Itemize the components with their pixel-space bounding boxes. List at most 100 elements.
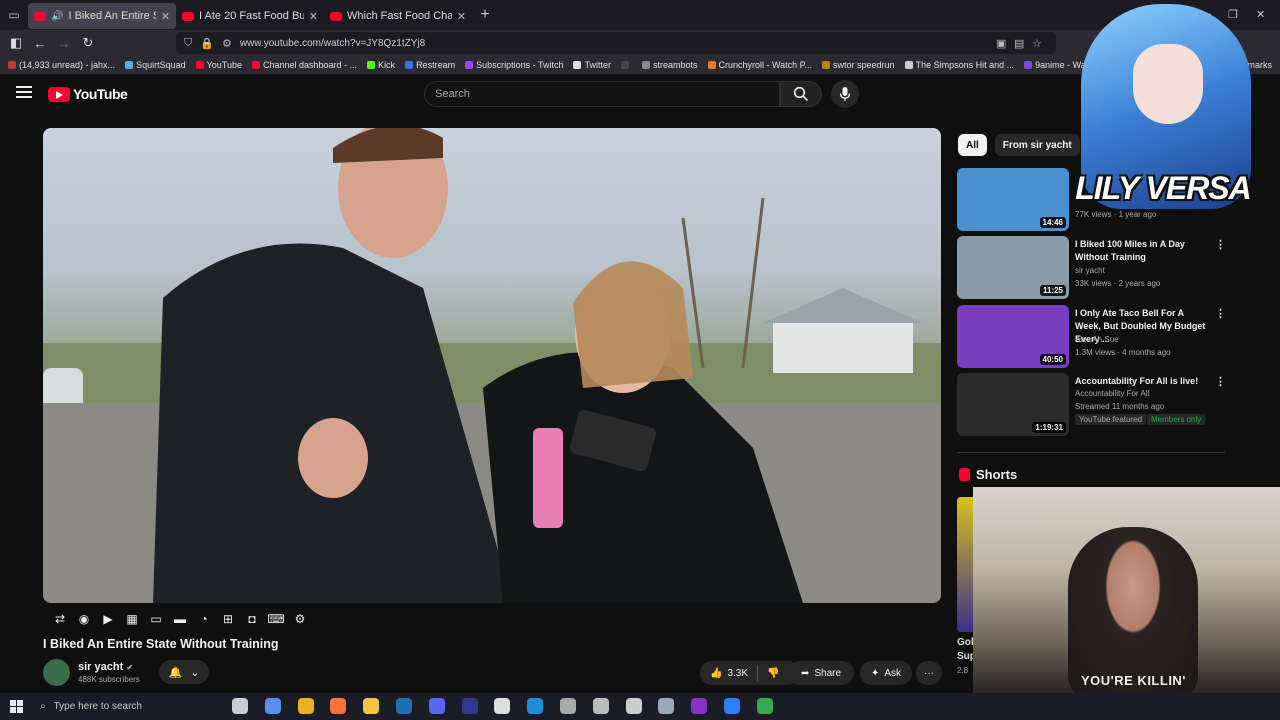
compass-icon[interactable] bbox=[625, 698, 642, 714]
permissions-icon[interactable]: ⚙ bbox=[222, 37, 232, 50]
bookmark-item[interactable] bbox=[620, 61, 632, 69]
firefox-icon[interactable] bbox=[330, 698, 347, 714]
video-thumbnail[interactable]: 14:46 bbox=[957, 168, 1069, 231]
settings-icon[interactable]: ⚙ bbox=[292, 611, 308, 627]
shield-icon[interactable]: ⛉ bbox=[184, 37, 192, 50]
loop-icon[interactable]: ⇄ bbox=[52, 611, 68, 627]
url-text[interactable]: www.youtube.com/watch?v=JY8Qz1tZYj8 bbox=[240, 38, 425, 49]
back-icon[interactable]: ← bbox=[28, 30, 52, 56]
bookmark-item[interactable]: YouTube bbox=[195, 60, 242, 70]
clip-icon[interactable]: ▶ bbox=[100, 611, 116, 627]
miniplayer-icon[interactable]: ▬ bbox=[172, 611, 188, 627]
bookmark-item[interactable]: streambots bbox=[641, 60, 698, 70]
refresh-app-icon[interactable] bbox=[527, 698, 544, 714]
forward-icon[interactable]: → bbox=[52, 30, 76, 56]
channel-avatar[interactable] bbox=[43, 659, 70, 686]
reload-icon[interactable]: ↻ bbox=[76, 30, 100, 56]
blue-app-icon[interactable] bbox=[724, 698, 740, 714]
bookmark-item[interactable]: Kick bbox=[367, 60, 395, 70]
share-button[interactable]: ➦ Share bbox=[788, 661, 854, 685]
more-actions-button[interactable]: ··· bbox=[916, 661, 942, 685]
theater-icon[interactable]: ▭ bbox=[148, 611, 164, 627]
next-icon[interactable] bbox=[691, 698, 708, 714]
video-channel[interactable]: sir yacht bbox=[1075, 266, 1105, 275]
bookmark-item[interactable]: Restream bbox=[405, 60, 455, 70]
bookmark-favicon-icon bbox=[405, 61, 414, 69]
tab[interactable]: I Ate 20 Fast Food Burgers To S ✕ bbox=[176, 3, 324, 29]
recommended-video[interactable]: 40:50 I Only Ate Taco Bell For A Week, Bu… bbox=[957, 305, 1227, 369]
close-tab-icon[interactable]: ✕ bbox=[309, 10, 318, 23]
folder-icon[interactable] bbox=[363, 698, 380, 714]
tab-active[interactable]: 🔊 I Biked An Entire State With ✕ bbox=[28, 3, 176, 29]
add-icon[interactable]: ⊞ bbox=[220, 611, 236, 627]
voice-search-button[interactable] bbox=[831, 80, 859, 108]
bookmark-item[interactable]: swtor speedrun bbox=[822, 60, 895, 70]
speaker-icon[interactable]: 🔊 bbox=[51, 11, 63, 22]
steam-icon[interactable] bbox=[396, 698, 412, 714]
search-button[interactable] bbox=[780, 81, 822, 107]
dislike-button[interactable]: 👎 bbox=[767, 668, 779, 679]
menu-icon[interactable] bbox=[16, 86, 32, 98]
bookmark-item[interactable]: Channel dashboard - ... bbox=[251, 60, 357, 70]
obs-icon[interactable] bbox=[494, 698, 511, 714]
recommended-video[interactable]: 1:19:31 Accountability For All is live! Ac… bbox=[957, 373, 1227, 437]
screenshot-icon[interactable]: ◘ bbox=[244, 611, 260, 627]
chrome-icon[interactable] bbox=[297, 698, 314, 714]
like-button[interactable]: 👍 3.3K bbox=[710, 668, 748, 679]
bookmark-star-icon[interactable]: ☆ bbox=[1032, 37, 1042, 50]
recommended-video[interactable]: 11:25 I Biked 100 Miles in A Day Without … bbox=[957, 236, 1227, 300]
video-player[interactable] bbox=[43, 128, 941, 603]
bookmark-favicon-icon bbox=[367, 61, 376, 69]
featured-badge: YouTube featured bbox=[1075, 414, 1147, 425]
video-thumbnail[interactable]: 40:50 bbox=[957, 305, 1069, 368]
chapters-icon[interactable]: ▦ bbox=[124, 611, 140, 627]
taskbar-search-input[interactable]: ⌕ Type here to search bbox=[32, 694, 222, 719]
ask-button[interactable]: ✦ Ask bbox=[860, 661, 912, 685]
more-options-icon[interactable]: ⋮ bbox=[1215, 307, 1226, 320]
youtube-logo[interactable]: YouTube bbox=[48, 86, 128, 102]
bookmark-item[interactable]: SquirtSquad bbox=[125, 60, 186, 70]
video-channel[interactable]: Alex Ah Sue bbox=[1075, 335, 1119, 344]
audio-icon[interactable]: ◉ bbox=[76, 611, 92, 627]
cloud-icon[interactable] bbox=[560, 698, 576, 714]
video-thumbnail[interactable]: 1:19:31 bbox=[957, 373, 1069, 436]
chip-all[interactable]: All bbox=[958, 134, 987, 156]
discord-icon[interactable] bbox=[428, 698, 445, 714]
video-channel[interactable]: Accountability For All bbox=[1075, 389, 1149, 398]
task-view-icon[interactable] bbox=[232, 698, 248, 714]
tab-list-icon[interactable]: ▭ bbox=[0, 0, 28, 30]
sidebar-toggle-icon[interactable]: ◧ bbox=[4, 30, 28, 56]
close-tab-icon[interactable]: ✕ bbox=[161, 10, 170, 23]
search-input[interactable]: Search bbox=[424, 81, 780, 107]
windows-start-icon[interactable] bbox=[10, 700, 23, 713]
lock-icon[interactable]: 🔒 bbox=[200, 37, 214, 50]
bookmark-label: The Simpsons Hit and ... bbox=[915, 60, 1015, 70]
copilot-icon[interactable] bbox=[264, 698, 281, 714]
bookmark-item[interactable]: Twitter bbox=[573, 60, 611, 70]
tab[interactable]: Which Fast Food Chain Has The ✕ bbox=[324, 3, 472, 29]
new-tab-button[interactable]: + bbox=[472, 6, 498, 24]
picture-in-picture-icon[interactable]: ▣ bbox=[996, 37, 1006, 50]
video-title[interactable]: I Biked 100 Miles in A Day Without Train… bbox=[1075, 238, 1209, 264]
bookmark-item[interactable]: The Simpsons Hit and ... bbox=[904, 60, 1015, 70]
streamer-figure bbox=[1068, 527, 1198, 693]
channel-name[interactable]: sir yacht ✔ bbox=[78, 661, 133, 673]
video-meta: Streamed 11 months ago bbox=[1075, 402, 1165, 411]
reader-view-icon[interactable]: ▤ bbox=[1014, 37, 1024, 50]
bookmark-item[interactable]: Subscriptions - Twitch bbox=[465, 60, 563, 70]
disk-icon[interactable] bbox=[592, 698, 609, 714]
speed-icon[interactable]: ◔ bbox=[196, 611, 212, 627]
app-icon[interactable] bbox=[461, 698, 478, 714]
more-options-icon[interactable]: ⋮ bbox=[1215, 238, 1226, 251]
bookmark-item[interactable]: (14,933 unread) - jahx... bbox=[8, 60, 115, 70]
url-bar[interactable]: ⛉ 🔒 ⚙ www.youtube.com/watch?v=JY8Qz1tZYj… bbox=[176, 32, 1056, 54]
drive-icon[interactable] bbox=[756, 698, 773, 714]
close-tab-icon[interactable]: ✕ bbox=[457, 10, 466, 23]
video-thumbnail[interactable]: 11:25 bbox=[957, 236, 1069, 299]
bookmark-item[interactable]: Crunchyroll - Watch P... bbox=[707, 60, 812, 70]
subscribed-button[interactable]: 🔔 ⌄ bbox=[159, 660, 209, 684]
shield-app-icon[interactable] bbox=[658, 698, 675, 714]
video-title[interactable]: Accountability For All is live! bbox=[1075, 375, 1209, 388]
more-options-icon[interactable]: ⋮ bbox=[1215, 375, 1226, 388]
keyboard-icon[interactable]: ⌨ bbox=[267, 611, 284, 627]
